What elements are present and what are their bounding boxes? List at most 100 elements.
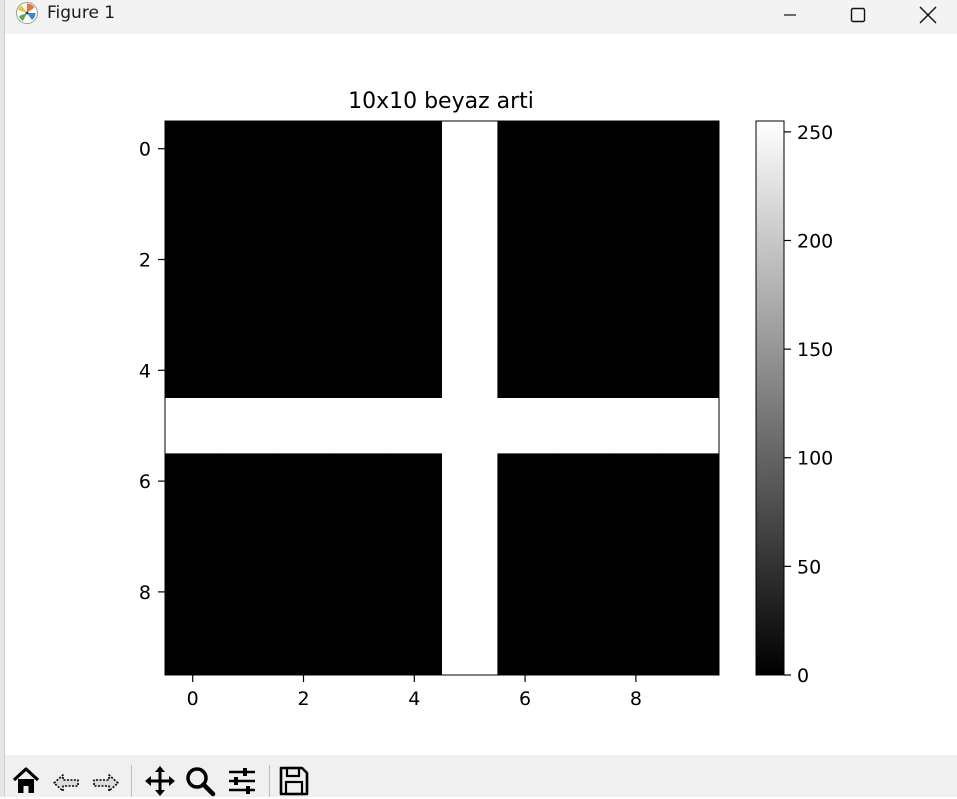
heatmap-cell (663, 508, 720, 565)
heatmap-cell (331, 508, 388, 565)
colorbar-tick-label: 0 (797, 665, 809, 687)
heatmap-cell (497, 287, 554, 344)
heatmap-cell (165, 508, 221, 565)
heatmap-cell (663, 619, 720, 676)
save-icon (279, 766, 309, 796)
home-icon (12, 767, 40, 793)
toolbar-separator (269, 765, 270, 797)
heatmap-cell (220, 398, 277, 454)
heatmap-cell (386, 287, 443, 344)
x-tick-label: 2 (297, 688, 309, 710)
colorbar-tick-label: 250 (797, 122, 833, 144)
heatmap-cell (497, 453, 554, 510)
heatmap-cell (331, 231, 388, 288)
chart-title: 10x10 beyaz arti (348, 89, 534, 114)
heatmap-cell (275, 453, 332, 510)
heatmap-cell (165, 176, 221, 233)
forward-button[interactable] (89, 765, 123, 799)
heatmap-cell (663, 342, 720, 399)
colorbar-tick-label: 150 (797, 339, 833, 361)
heatmap-cell (608, 287, 665, 344)
heatmap-cell (386, 176, 443, 233)
title-bar: Figure 1 (5, 0, 957, 34)
back-button[interactable] (49, 765, 83, 799)
heatmap-cell (497, 121, 554, 177)
minimize-button[interactable] (767, 0, 813, 30)
y-tick-label: 4 (139, 360, 151, 382)
heatmap-cell (386, 121, 443, 177)
heatmap-cell (663, 398, 720, 454)
maximize-icon (850, 7, 866, 23)
heatmap-cell (331, 398, 388, 454)
heatmap-cell (552, 619, 609, 676)
heatmap-cell (220, 287, 277, 344)
heatmap-cell (220, 508, 277, 565)
y-tick-label: 8 (139, 582, 151, 604)
heatmap-cell (442, 121, 498, 177)
heatmap-cell (386, 342, 443, 399)
heatmap-cell (220, 619, 277, 676)
heatmap-cell (608, 453, 665, 510)
configure-subplots-button[interactable] (225, 765, 259, 799)
heatmap-cell (552, 398, 609, 454)
home-button[interactable] (9, 765, 43, 799)
heatmap-cell (608, 176, 665, 233)
heatmap-cell (552, 508, 609, 565)
heatmap-cell (442, 342, 498, 399)
heatmap-cell (497, 342, 554, 399)
heatmap-cell (497, 231, 554, 288)
matplotlib-logo-icon (16, 2, 38, 24)
heatmap-cell (165, 287, 221, 344)
heatmap-cell (552, 231, 609, 288)
heatmap-cell (331, 176, 388, 233)
heatmap-cell (275, 342, 332, 399)
heatmap-cell (608, 508, 665, 565)
heatmap-cell (331, 342, 388, 399)
heatmap-cell (331, 453, 388, 510)
close-button[interactable] (905, 0, 951, 30)
heatmap-cell (608, 564, 665, 621)
heatmap-cell (220, 342, 277, 399)
heatmap-cell (663, 176, 720, 233)
heatmap-cell (608, 231, 665, 288)
zoom-button[interactable] (183, 765, 217, 799)
heatmap-cell (497, 564, 554, 621)
pan-button[interactable] (143, 765, 177, 799)
heatmap-cell (497, 508, 554, 565)
save-button[interactable] (277, 765, 311, 799)
x-tick-label: 4 (408, 688, 420, 710)
heatmap-cell (497, 176, 554, 233)
heatmap-cell (442, 508, 498, 565)
heatmap-cell (220, 453, 277, 510)
heatmap-cell (331, 564, 388, 621)
y-tick-label: 0 (139, 139, 151, 161)
heatmap-cell (331, 619, 388, 676)
close-icon (919, 6, 937, 24)
heatmap-cell (442, 287, 498, 344)
window-title: Figure 1 (47, 3, 116, 23)
minimize-icon (784, 14, 796, 16)
heatmap-cell (663, 231, 720, 288)
pan-icon (145, 766, 175, 796)
heatmap-cell (275, 619, 332, 676)
heatmap-cell (552, 342, 609, 399)
zoom-icon (186, 767, 216, 797)
heatmap-cell (165, 231, 221, 288)
heatmap-cell (663, 121, 720, 177)
heatmap-cell (275, 564, 332, 621)
maximize-button[interactable] (835, 0, 881, 30)
heatmap-cell (497, 398, 554, 454)
heatmap-cell (552, 121, 609, 177)
heatmap-cell (663, 287, 720, 344)
heatmap-cell (386, 453, 443, 510)
heatmap-cell (608, 619, 665, 676)
heatmap-cell (663, 564, 720, 621)
heatmap-cell (497, 619, 554, 676)
y-tick-label: 6 (139, 471, 151, 493)
navigation-toolbar (5, 755, 957, 797)
heatmap-cell (331, 121, 388, 177)
heatmap-cell (165, 453, 221, 510)
heatmap-cell (165, 342, 221, 399)
heatmap-cell (552, 287, 609, 344)
y-tick-label: 2 (139, 250, 151, 272)
